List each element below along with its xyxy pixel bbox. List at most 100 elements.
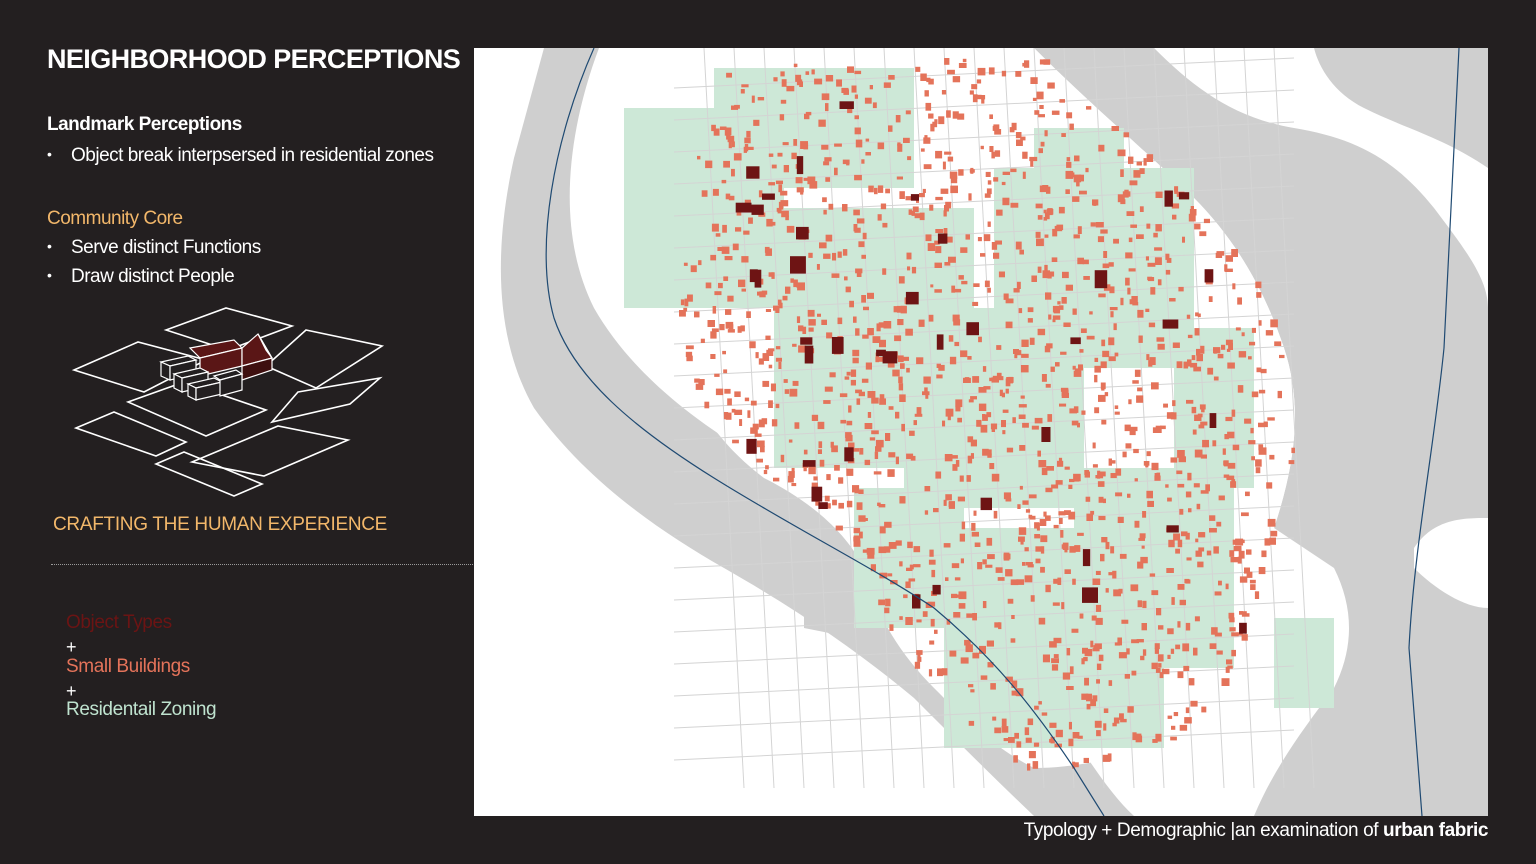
small-building [1197,561,1204,568]
small-building [854,94,858,99]
small-building [700,338,705,343]
small-building [993,177,999,182]
small-building [1154,257,1162,265]
small-building [1061,133,1066,137]
small-building [727,398,732,406]
small-building [1155,425,1162,433]
object-building [1094,270,1108,289]
small-building [976,79,982,84]
small-building [771,272,775,279]
small-building [1001,718,1007,727]
small-building [1237,297,1242,305]
small-building [945,577,949,581]
small-building [741,288,746,292]
small-building [837,251,842,258]
small-building [1058,517,1063,524]
small-building [785,286,791,294]
small-building [1066,112,1073,119]
small-building [792,380,799,386]
small-building [1077,226,1082,234]
small-building [1010,638,1016,643]
small-building [1079,190,1087,195]
small-building [842,249,848,256]
small-building [1172,342,1180,348]
small-building [1058,457,1063,464]
small-building [915,66,921,72]
small-building [741,84,749,88]
small-building [771,164,777,169]
small-building [1209,643,1217,649]
small-building [974,542,981,547]
small-building [1022,422,1029,428]
small-building [971,531,979,537]
small-building [872,102,877,109]
small-building [898,276,905,284]
small-building [1251,456,1255,461]
small-building [786,85,795,92]
small-building [877,185,884,193]
small-building [984,193,991,198]
small-building [770,383,776,392]
small-building [1221,344,1226,350]
small-building [1014,354,1018,359]
small-building [1024,547,1029,552]
small-building [973,283,980,287]
small-building [776,207,781,212]
small-building [751,95,755,103]
small-building [1146,451,1151,457]
small-building [759,291,766,298]
small-building [1255,459,1262,467]
small-building [1255,281,1262,289]
small-building [818,119,826,127]
small-building [916,619,922,623]
small-building [1199,231,1207,237]
small-building [800,141,808,149]
object-building [1082,587,1098,603]
small-building [907,541,913,549]
small-building [864,97,872,104]
small-building [778,302,783,309]
small-building [888,125,893,132]
small-building [1100,229,1108,234]
landmark-heading: Landmark Perceptions [47,114,242,135]
legend-residential-zoning: Residentail Zoning [66,699,217,720]
small-building [1025,737,1032,743]
small-building [1102,350,1110,358]
small-building [1077,532,1084,536]
bullet-dot: • [47,146,52,162]
small-building [804,113,810,120]
small-building [994,727,1002,734]
small-building [829,372,836,378]
small-building [958,169,964,176]
small-building [991,151,995,159]
small-building [839,393,848,398]
small-building [998,622,1002,630]
small-building [1085,496,1091,502]
small-building [888,452,896,458]
small-building [899,191,905,199]
small-building [942,420,946,427]
small-building [1213,546,1219,554]
small-building [744,144,749,152]
small-building [971,522,976,531]
small-building [864,459,871,466]
small-building [1246,549,1252,555]
small-building [1066,648,1071,656]
small-building [786,225,795,233]
small-building [968,399,974,403]
small-building [852,357,859,364]
small-building [1121,619,1129,624]
small-building [768,348,775,352]
small-building [1072,308,1077,315]
small-building [897,142,901,146]
small-building [719,126,727,130]
small-building [1095,570,1101,575]
small-building [1223,460,1227,466]
small-building [798,345,806,353]
small-building [830,441,834,448]
small-building [690,265,697,273]
small-building [1018,308,1023,314]
small-building [768,182,775,186]
small-building [725,309,732,315]
small-building [1129,180,1138,186]
